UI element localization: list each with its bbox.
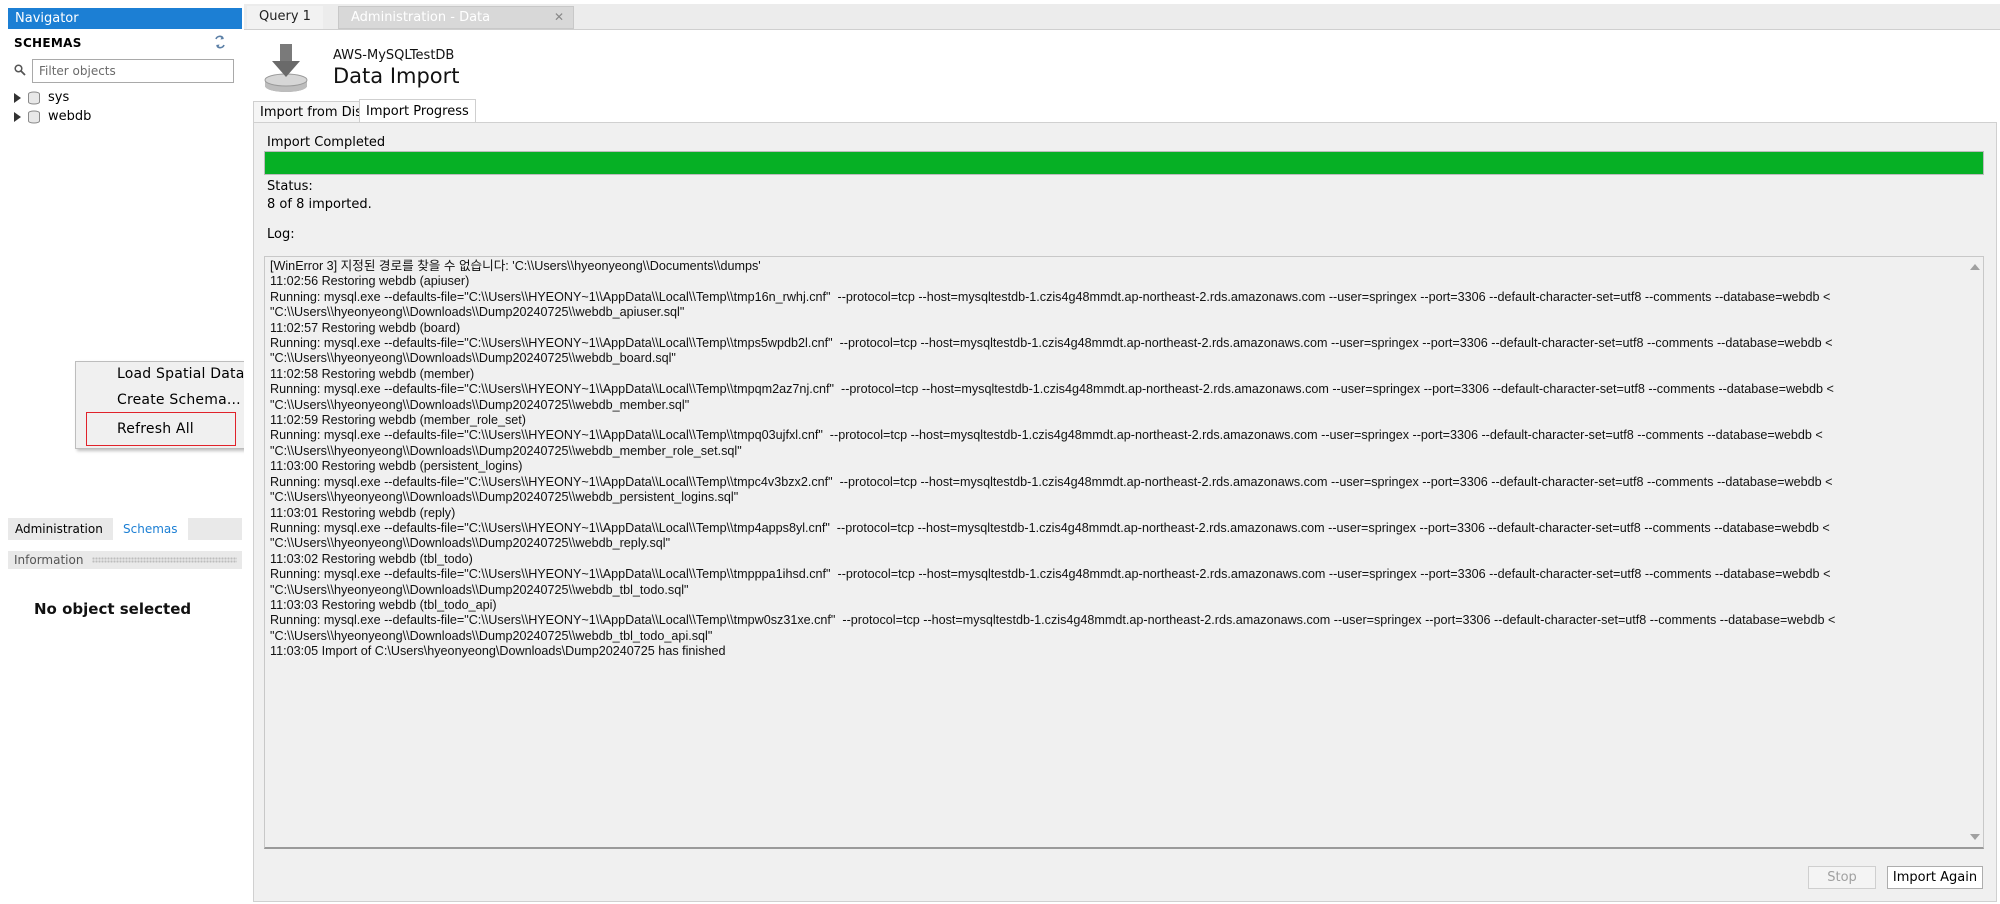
expand-arrow-icon[interactable]	[14, 112, 21, 122]
status-value: 8 of 8 imported.	[267, 197, 372, 212]
search-icon	[14, 64, 26, 76]
schema-label: webdb	[48, 109, 92, 124]
close-icon[interactable]: ✕	[554, 10, 564, 24]
menu-item-create-schema[interactable]: Create Schema...	[117, 389, 241, 411]
log-line: Running: mysql.exe --defaults-file="C:\\…	[270, 567, 1831, 582]
connection-name: AWS-MySQLTestDB	[333, 48, 455, 63]
log-line: "C:\\Users\\hyeonyeong\\Downloads\\Dump2…	[270, 490, 739, 505]
menu-item-load-spatial-data[interactable]: Load Spatial Data	[117, 363, 245, 385]
log-line: Running: mysql.exe --defaults-file="C:\\…	[270, 382, 1834, 397]
log-line: Running: mysql.exe --defaults-file="C:\\…	[270, 613, 1836, 628]
data-import-icon	[264, 44, 308, 92]
scroll-up-arrow-icon[interactable]	[1970, 264, 1980, 270]
log-line: 11:03:01 Restoring webdb (reply)	[270, 505, 456, 520]
schemas-title: SCHEMAS	[14, 36, 82, 50]
drag-handle[interactable]	[92, 557, 237, 563]
status-label: Status:	[267, 179, 313, 194]
import-again-button[interactable]: Import Again	[1887, 866, 1983, 889]
log-line: 11:03:03 Restoring webdb (tbl_todo_api)	[270, 597, 497, 612]
database-icon	[28, 110, 40, 124]
log-line: 11:03:02 Restoring webdb (tbl_todo)	[270, 551, 473, 566]
tab-import-progress[interactable]: Import Progress	[359, 99, 476, 123]
schema-item-sys[interactable]: sys	[14, 89, 69, 107]
progress-bar-fill	[265, 152, 1983, 174]
log-line: 11:02:58 Restoring webdb (member)	[270, 366, 475, 381]
progress-bar	[264, 151, 1984, 175]
tab-query-1[interactable]: Query 1	[247, 6, 323, 29]
tab-administration-data-import[interactable]: Administration - Data Import/Res...	[338, 6, 574, 47]
log-line: Running: mysql.exe --defaults-file="C:\\…	[270, 474, 1833, 489]
no-object-selected-text: No object selected	[34, 600, 192, 618]
log-line: Running: mysql.exe --defaults-file="C:\\…	[270, 336, 1833, 351]
progress-title: Import Completed	[267, 135, 386, 150]
log-line: 11:02:57 Restoring webdb (board)	[270, 320, 461, 335]
log-line: Running: mysql.exe --defaults-file="C:\\…	[270, 520, 1830, 535]
log-line: "C:\\Users\\hyeonyeong\\Downloads\\Dump2…	[270, 351, 676, 366]
filter-objects-input[interactable]	[32, 59, 234, 83]
expand-arrow-icon[interactable]	[14, 93, 21, 103]
log-line: 11:03:00 Restoring webdb (persistent_log…	[270, 459, 523, 474]
page-title: Data Import	[333, 64, 460, 88]
information-title: Information	[14, 553, 84, 567]
log-line: 11:02:56 Restoring webdb (apiuser)	[270, 274, 470, 289]
log-line: 11:03:05 Import of C:\Users\hyeonyeong\D…	[270, 644, 726, 659]
sidebar-tabs: Administration Schemas	[8, 518, 242, 540]
log-line: Running: mysql.exe --defaults-file="C:\\…	[270, 428, 1823, 443]
information-header: Information	[8, 551, 242, 569]
tab-schemas[interactable]: Schemas	[113, 518, 188, 540]
log-line: [WinError 3] 지정된 경로를 찾을 수 없습니다: 'C:\\Use…	[270, 259, 761, 273]
database-icon	[28, 91, 40, 105]
log-output[interactable]: [WinError 3] 지정된 경로를 찾을 수 없습니다: 'C:\\Use…	[264, 256, 1984, 849]
log-line: "C:\\Users\\hyeonyeong\\Downloads\\Dump2…	[270, 536, 671, 551]
log-line: "C:\\Users\\hyeonyeong\\Downloads\\Dump2…	[270, 443, 742, 458]
log-line: "C:\\Users\\hyeonyeong\\Downloads\\Dump2…	[270, 628, 713, 643]
log-text: [WinError 3] 지정된 경로를 찾을 수 없습니다: 'C:\\Use…	[270, 259, 1960, 660]
refresh-schemas-icon[interactable]	[213, 35, 227, 49]
navigator-header: Navigator	[8, 8, 242, 29]
scroll-down-arrow-icon[interactable]	[1970, 834, 1980, 840]
log-line: 11:02:59 Restoring webdb (member_role_se…	[270, 413, 526, 428]
tab-administration[interactable]: Administration	[15, 518, 103, 540]
highlight-box	[86, 412, 236, 446]
log-line: "C:\\Users\\hyeonyeong\\Downloads\\Dump2…	[270, 397, 690, 412]
log-scrollbar[interactable]	[1966, 257, 1983, 847]
log-line: "C:\\Users\\hyeonyeong\\Downloads\\Dump2…	[270, 305, 685, 320]
log-line: Running: mysql.exe --defaults-file="C:\\…	[270, 289, 1831, 304]
schema-item-webdb[interactable]: webdb	[14, 108, 91, 126]
navigator-panel	[0, 0, 245, 904]
log-label: Log:	[267, 227, 295, 242]
stop-button[interactable]: Stop	[1808, 866, 1876, 889]
schema-label: sys	[48, 90, 70, 105]
log-line: "C:\\Users\\hyeonyeong\\Downloads\\Dump2…	[270, 582, 689, 597]
